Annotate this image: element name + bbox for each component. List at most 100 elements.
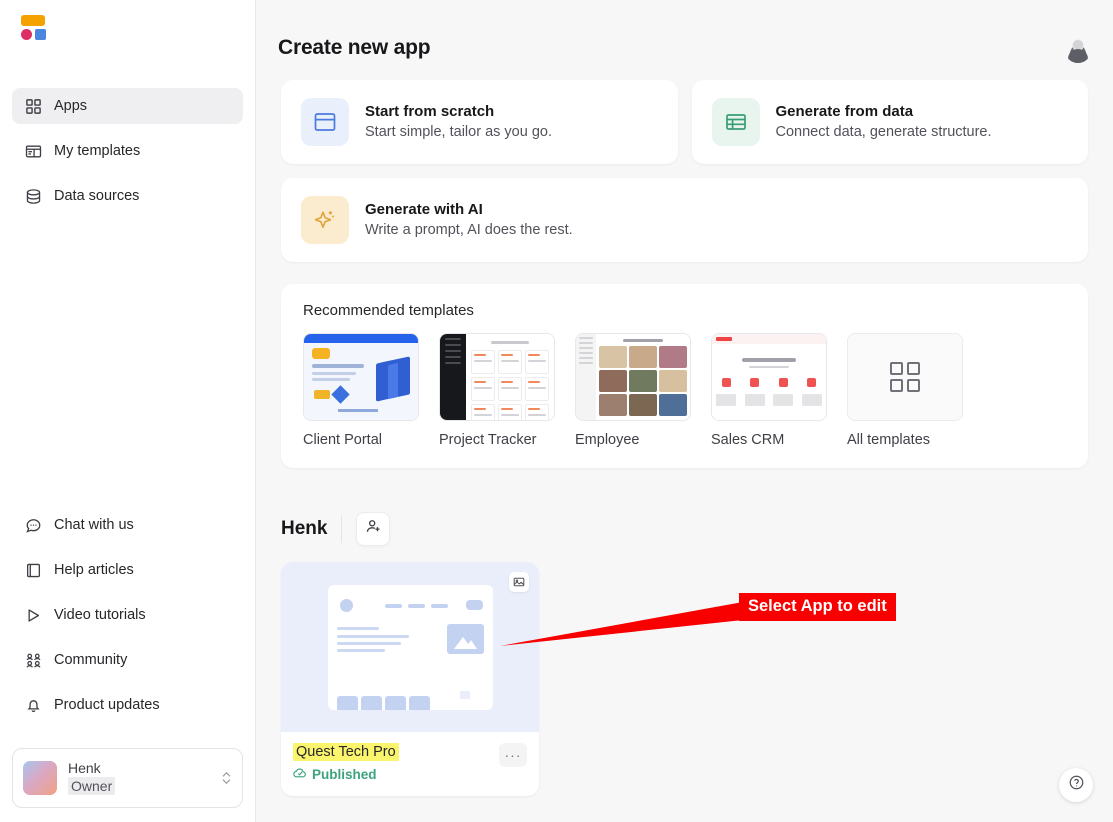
wire-shape <box>465 599 483 610</box>
user-account-switcher[interactable]: Henk Owner <box>12 748 243 808</box>
sparkle-icon <box>301 196 349 244</box>
user-meta: Henk Owner <box>68 760 210 796</box>
grid-icon <box>24 97 42 115</box>
template-art-sales-crm <box>712 334 826 420</box>
sidebar-item-apps[interactable]: Apps <box>12 88 243 124</box>
art-shape <box>314 390 330 399</box>
app-more-button[interactable]: ··· <box>499 743 527 767</box>
topbar-avatar[interactable] <box>1065 37 1091 63</box>
wire-shape <box>384 603 402 608</box>
sidebar-item-help-articles[interactable]: Help articles <box>12 552 243 588</box>
question-circle-icon <box>1068 774 1085 796</box>
app-root: Apps My templates Data sources Chat with… <box>0 0 1113 822</box>
create-options-row: Start from scratch Start simple, tailor … <box>256 80 1113 164</box>
sidebar: Apps My templates Data sources Chat with… <box>0 0 256 822</box>
art-shape <box>749 366 789 368</box>
art-shape <box>312 378 350 381</box>
art-shape <box>716 337 732 341</box>
template-label: Sales CRM <box>711 432 785 448</box>
image-icon[interactable] <box>509 572 529 592</box>
cursor-shape <box>459 690 470 699</box>
window-icon <box>301 98 349 146</box>
template-thumbnail <box>439 333 555 421</box>
add-user-icon <box>365 518 382 540</box>
cloud-check-icon <box>293 766 307 783</box>
wire-image-placeholder <box>446 623 484 654</box>
bell-icon <box>24 696 42 714</box>
art-sidebar <box>576 334 596 420</box>
wire-shape <box>336 641 401 645</box>
sidebar-item-label: Chat with us <box>54 517 134 533</box>
main-inner: Create new app Start from scratch Start … <box>256 0 1113 796</box>
sidebar-item-label: My templates <box>54 143 141 159</box>
sidebar-secondary-nav: Chat with us Help articles Video tutoria… <box>0 507 255 742</box>
wire-shape <box>408 695 430 710</box>
create-option-title: Generate from data <box>775 103 914 120</box>
create-option-title: Generate with AI <box>365 201 483 218</box>
sidebar-item-label: Video tutorials <box>54 607 146 623</box>
sidebar-item-data-sources[interactable]: Data sources <box>12 178 243 214</box>
create-option-subtitle: Connect data, generate structure. <box>775 124 992 140</box>
art-shape <box>312 348 330 359</box>
user-role-badge: Owner <box>68 777 116 795</box>
art-icons <box>712 378 826 387</box>
template-label: Employee <box>575 432 640 448</box>
recommended-templates-title: Recommended templates <box>303 302 474 319</box>
logo-square-shape <box>35 29 46 40</box>
avatar <box>23 761 57 795</box>
app-logo-icon[interactable] <box>18 12 48 42</box>
status-label: Published <box>312 767 377 782</box>
sidebar-item-chat-with-us[interactable]: Chat with us <box>12 507 243 543</box>
app-card-quest-tech-pro[interactable]: Quest Tech Pro Published ··· <box>281 562 539 796</box>
sidebar-item-product-updates[interactable]: Product updates <box>12 687 243 723</box>
template-card-sales-crm[interactable]: Sales CRM <box>711 333 827 448</box>
templates-grid: Client Portal Project Tracker Employee S… <box>303 333 1066 448</box>
wire-shape <box>407 603 425 608</box>
art-body <box>596 334 690 420</box>
app-wireframe-preview <box>327 584 493 710</box>
create-option-subtitle: Start simple, tailor as you go. <box>365 124 552 140</box>
template-card-employee[interactable]: Employee <box>575 333 691 448</box>
avatar-body-shape <box>1068 49 1088 63</box>
template-label: Project Tracker <box>439 432 537 448</box>
play-icon <box>24 606 42 624</box>
sidebar-item-my-templates[interactable]: My templates <box>12 133 243 169</box>
workspace-title: Henk <box>281 518 328 539</box>
create-option-text: Generate from data Connect data, generat… <box>776 102 992 142</box>
apps-grid: Quest Tech Pro Published ··· <box>256 562 1113 796</box>
logo-circle-shape <box>21 29 32 40</box>
template-card-all-templates[interactable]: All templates <box>847 333 963 448</box>
help-button[interactable] <box>1059 768 1093 802</box>
page-title: Create new app <box>278 36 431 59</box>
art-body <box>466 334 554 420</box>
art-sidebar <box>440 334 466 420</box>
create-option-generate-from-data[interactable]: Generate from data Connect data, generat… <box>691 80 1088 164</box>
wire-shape <box>360 695 382 710</box>
art-shape <box>742 358 796 362</box>
divider <box>341 515 343 543</box>
sidebar-item-community[interactable]: Community <box>12 642 243 678</box>
sidebar-item-label: Help articles <box>54 562 134 578</box>
wire-shape <box>336 648 385 652</box>
template-label: Client Portal <box>303 432 382 448</box>
table-icon <box>711 98 760 146</box>
logo-container[interactable] <box>0 0 255 56</box>
art-shape <box>388 362 398 400</box>
template-card-project-tracker[interactable]: Project Tracker <box>439 333 555 448</box>
template-card-client-portal[interactable]: Client Portal <box>303 333 419 448</box>
workspace-header: Henk <box>281 512 1113 546</box>
template-label: All templates <box>847 432 931 448</box>
wire-shape <box>384 695 406 710</box>
add-user-button[interactable] <box>356 512 391 546</box>
create-option-start-from-scratch[interactable]: Start from scratch Start simple, tailor … <box>281 80 678 164</box>
wire-shape <box>339 598 353 612</box>
create-option-subtitle: Write a prompt, AI does the rest. <box>365 222 573 238</box>
wire-shape <box>336 634 409 638</box>
template-thumbnail <box>847 333 963 421</box>
sidebar-item-label: Data sources <box>54 188 140 204</box>
sidebar-item-video-tutorials[interactable]: Video tutorials <box>12 597 243 633</box>
wire-shape <box>336 695 358 710</box>
art-shape <box>312 372 356 375</box>
art-columns <box>712 394 826 406</box>
create-option-generate-with-ai[interactable]: Generate with AI Write a prompt, AI does… <box>281 178 1088 262</box>
